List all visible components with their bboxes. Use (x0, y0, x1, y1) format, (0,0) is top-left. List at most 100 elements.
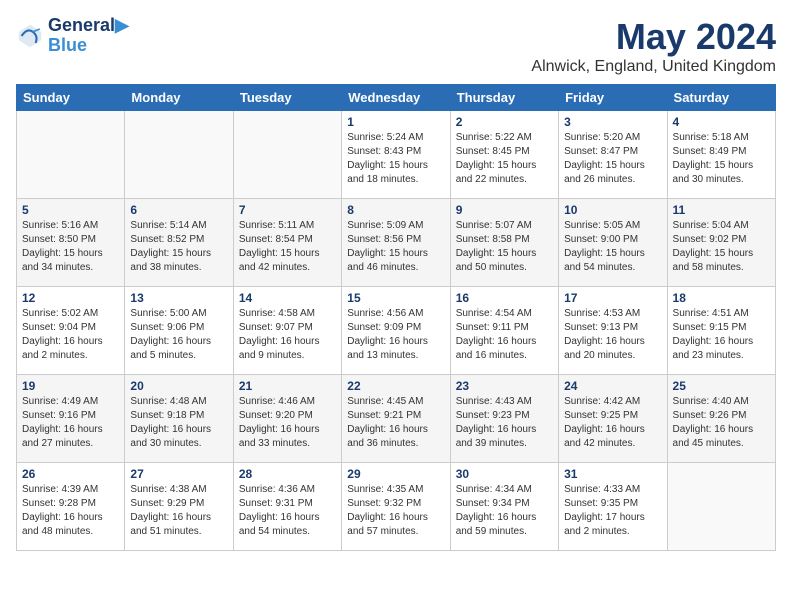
day-number: 25 (673, 379, 770, 393)
day-number: 9 (456, 203, 553, 217)
calendar-subtitle: Alnwick, England, United Kingdom (531, 58, 776, 76)
day-number: 7 (239, 203, 336, 217)
calendar-cell: 24 Sunrise: 4:42 AM Sunset: 9:25 PM Dayli… (559, 375, 667, 463)
calendar-table: SundayMondayTuesdayWednesdayThursdayFrid… (16, 84, 776, 551)
calendar-cell: 20Sunrise: 4:48 AM Sunset: 9:18 PM Dayli… (125, 375, 233, 463)
calendar-title: May 2024 (531, 16, 776, 58)
logo: General▶ Blue (16, 16, 129, 56)
day-number: 24 (564, 379, 661, 393)
week-row-4: 19Sunrise: 4:49 AM Sunset: 9:16 PM Dayli… (17, 375, 776, 463)
day-info: Sunrise: 5:14 AM Sunset: 8:52 PM Dayligh… (130, 219, 227, 275)
day-number: 5 (22, 203, 119, 217)
day-number: 11 (673, 203, 770, 217)
page-header: General▶ Blue May 2024 Alnwick, England,… (16, 16, 776, 76)
weekday-header-friday: Friday (559, 85, 667, 111)
calendar-cell (233, 111, 341, 199)
calendar-cell: 19Sunrise: 4:49 AM Sunset: 9:16 PM Dayli… (17, 375, 125, 463)
calendar-cell: 1 Sunrise: 5:24 AM Sunset: 8:43 PM Daylig… (342, 111, 450, 199)
day-info: Sunrise: 5:24 AM Sunset: 8:43 PM Dayligh… (347, 131, 444, 187)
day-number: 20 (130, 379, 227, 393)
calendar-cell: 2Sunrise: 5:22 AM Sunset: 8:45 PM Daylig… (450, 111, 558, 199)
day-number: 19 (22, 379, 119, 393)
calendar-cell: 4 Sunrise: 5:18 AM Sunset: 8:49 PM Daylig… (667, 111, 775, 199)
calendar-cell: 14 Sunrise: 4:58 AM Sunset: 9:07 PM Dayli… (233, 287, 341, 375)
logo-text: General▶ Blue (48, 16, 129, 56)
logo-icon (16, 22, 44, 50)
weekday-header-thursday: Thursday (450, 85, 558, 111)
calendar-cell: 22 Sunrise: 4:45 AM Sunset: 9:21 PM Dayli… (342, 375, 450, 463)
calendar-cell: 15Sunrise: 4:56 AM Sunset: 9:09 PM Dayli… (342, 287, 450, 375)
day-number: 26 (22, 467, 119, 481)
day-info: Sunrise: 4:35 AM Sunset: 9:32 PM Dayligh… (347, 483, 444, 539)
calendar-cell: 18Sunrise: 4:51 AM Sunset: 9:15 PM Dayli… (667, 287, 775, 375)
week-row-3: 12 Sunrise: 5:02 AM Sunset: 9:04 PM Dayli… (17, 287, 776, 375)
day-info: Sunrise: 4:46 AM Sunset: 9:20 PM Dayligh… (239, 395, 336, 451)
day-number: 12 (22, 291, 119, 305)
calendar-cell: 27 Sunrise: 4:38 AM Sunset: 9:29 PM Dayli… (125, 463, 233, 551)
day-info: Sunrise: 4:58 AM Sunset: 9:07 PM Dayligh… (239, 307, 336, 363)
day-info: Sunrise: 5:00 AM Sunset: 9:06 PM Dayligh… (130, 307, 227, 363)
weekday-header-monday: Monday (125, 85, 233, 111)
day-number: 2 (456, 115, 553, 129)
calendar-cell: 29 Sunrise: 4:35 AM Sunset: 9:32 PM Dayli… (342, 463, 450, 551)
calendar-cell: 3 Sunrise: 5:20 AM Sunset: 8:47 PM Daylig… (559, 111, 667, 199)
day-number: 31 (564, 467, 661, 481)
day-number: 17 (564, 291, 661, 305)
weekday-header-row: SundayMondayTuesdayWednesdayThursdayFrid… (17, 85, 776, 111)
calendar-cell: 7Sunrise: 5:11 AM Sunset: 8:54 PM Daylig… (233, 199, 341, 287)
day-info: Sunrise: 5:16 AM Sunset: 8:50 PM Dayligh… (22, 219, 119, 275)
day-info: Sunrise: 5:18 AM Sunset: 8:49 PM Dayligh… (673, 131, 770, 187)
day-info: Sunrise: 4:33 AM Sunset: 9:35 PM Dayligh… (564, 483, 661, 539)
day-info: Sunrise: 5:20 AM Sunset: 8:47 PM Dayligh… (564, 131, 661, 187)
week-row-2: 5 Sunrise: 5:16 AM Sunset: 8:50 PM Daylig… (17, 199, 776, 287)
calendar-cell: 8Sunrise: 5:09 AM Sunset: 8:56 PM Daylig… (342, 199, 450, 287)
weekday-header-tuesday: Tuesday (233, 85, 341, 111)
day-info: Sunrise: 4:45 AM Sunset: 9:21 PM Dayligh… (347, 395, 444, 451)
day-info: Sunrise: 5:04 AM Sunset: 9:02 PM Dayligh… (673, 219, 770, 275)
day-info: Sunrise: 4:43 AM Sunset: 9:23 PM Dayligh… (456, 395, 553, 451)
calendar-cell: 23 Sunrise: 4:43 AM Sunset: 9:23 PM Dayli… (450, 375, 558, 463)
day-number: 27 (130, 467, 227, 481)
calendar-cell (125, 111, 233, 199)
day-number: 22 (347, 379, 444, 393)
weekday-header-sunday: Sunday (17, 85, 125, 111)
day-info: Sunrise: 5:05 AM Sunset: 9:00 PM Dayligh… (564, 219, 661, 275)
calendar-cell: 10Sunrise: 5:05 AM Sunset: 9:00 PM Dayli… (559, 199, 667, 287)
day-number: 14 (239, 291, 336, 305)
calendar-cell: 13Sunrise: 5:00 AM Sunset: 9:06 PM Dayli… (125, 287, 233, 375)
day-number: 1 (347, 115, 444, 129)
day-number: 6 (130, 203, 227, 217)
calendar-cell: 28Sunrise: 4:36 AM Sunset: 9:31 PM Dayli… (233, 463, 341, 551)
day-number: 8 (347, 203, 444, 217)
day-number: 3 (564, 115, 661, 129)
calendar-cell: 25 Sunrise: 4:40 AM Sunset: 9:26 PM Dayli… (667, 375, 775, 463)
day-info: Sunrise: 4:38 AM Sunset: 9:29 PM Dayligh… (130, 483, 227, 539)
day-number: 4 (673, 115, 770, 129)
day-info: Sunrise: 4:40 AM Sunset: 9:26 PM Dayligh… (673, 395, 770, 451)
day-info: Sunrise: 4:51 AM Sunset: 9:15 PM Dayligh… (673, 307, 770, 363)
day-number: 21 (239, 379, 336, 393)
calendar-cell: 12 Sunrise: 5:02 AM Sunset: 9:04 PM Dayli… (17, 287, 125, 375)
week-row-1: 1 Sunrise: 5:24 AM Sunset: 8:43 PM Daylig… (17, 111, 776, 199)
day-number: 23 (456, 379, 553, 393)
day-info: Sunrise: 4:42 AM Sunset: 9:25 PM Dayligh… (564, 395, 661, 451)
calendar-cell: 31 Sunrise: 4:33 AM Sunset: 9:35 PM Dayli… (559, 463, 667, 551)
calendar-cell: 6 Sunrise: 5:14 AM Sunset: 8:52 PM Daylig… (125, 199, 233, 287)
day-number: 16 (456, 291, 553, 305)
day-number: 30 (456, 467, 553, 481)
day-info: Sunrise: 4:54 AM Sunset: 9:11 PM Dayligh… (456, 307, 553, 363)
day-info: Sunrise: 5:07 AM Sunset: 8:58 PM Dayligh… (456, 219, 553, 275)
calendar-cell (667, 463, 775, 551)
day-info: Sunrise: 5:02 AM Sunset: 9:04 PM Dayligh… (22, 307, 119, 363)
calendar-cell: 30Sunrise: 4:34 AM Sunset: 9:34 PM Dayli… (450, 463, 558, 551)
day-info: Sunrise: 4:36 AM Sunset: 9:31 PM Dayligh… (239, 483, 336, 539)
day-number: 29 (347, 467, 444, 481)
calendar-cell: 17 Sunrise: 4:53 AM Sunset: 9:13 PM Dayli… (559, 287, 667, 375)
calendar-cell: 21 Sunrise: 4:46 AM Sunset: 9:20 PM Dayli… (233, 375, 341, 463)
day-info: Sunrise: 4:53 AM Sunset: 9:13 PM Dayligh… (564, 307, 661, 363)
calendar-cell: 5 Sunrise: 5:16 AM Sunset: 8:50 PM Daylig… (17, 199, 125, 287)
calendar-cell: 11 Sunrise: 5:04 AM Sunset: 9:02 PM Dayli… (667, 199, 775, 287)
calendar-cell (17, 111, 125, 199)
week-row-5: 26Sunrise: 4:39 AM Sunset: 9:28 PM Dayli… (17, 463, 776, 551)
day-info: Sunrise: 4:56 AM Sunset: 9:09 PM Dayligh… (347, 307, 444, 363)
